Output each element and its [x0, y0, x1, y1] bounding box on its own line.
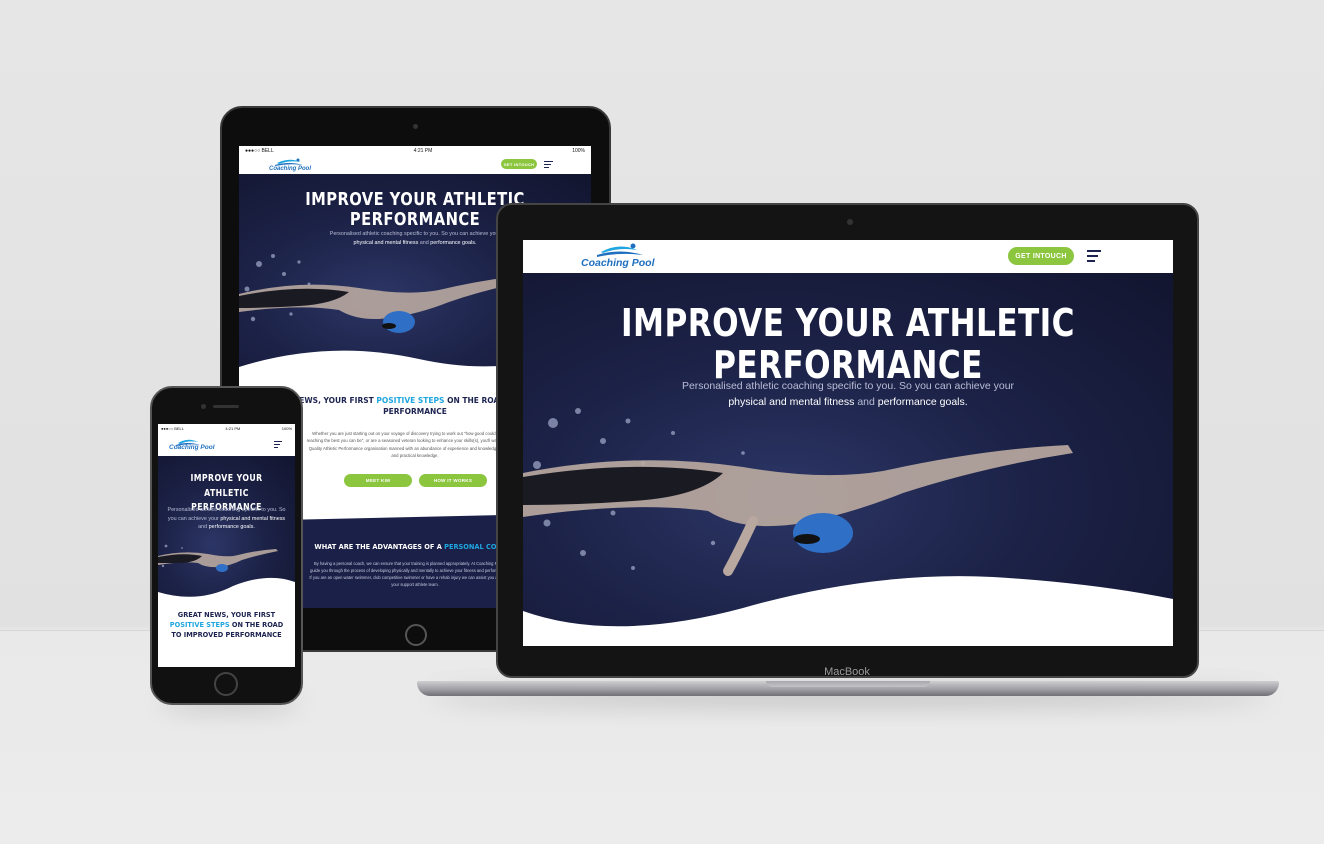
tablet-logo-text: Coaching Pool — [269, 166, 311, 172]
laptop-header: Coaching Pool GET INTOUCH — [523, 240, 1173, 273]
laptop-screen: Coaching Pool GET INTOUCH IMPROVE YOUR A… — [523, 240, 1173, 646]
phone-screen: ●●●○○ BELL 4:21 PM 100% Coaching Pool IM… — [158, 424, 295, 667]
laptop-wave-divider — [523, 576, 1173, 646]
phone-camera — [201, 404, 206, 409]
laptop-hinge-notch — [766, 681, 930, 687]
status-carrier: ●●●○○ BELL — [161, 425, 184, 431]
laptop-logo-text: Coaching Pool — [581, 257, 655, 269]
laptop-hero: IMPROVE YOUR ATHLETIC PERFORMANCE Person… — [523, 273, 1173, 646]
tablet-news-body: Whether you are just starting out on you… — [306, 431, 524, 458]
status-battery: 100% — [281, 425, 292, 431]
laptop-get-in-touch-button[interactable]: GET INTOUCH — [1008, 247, 1074, 265]
laptop-camera — [847, 219, 853, 225]
tablet-status-bar: ●●●○○ BELL 4:21 PM 100% — [239, 146, 591, 156]
tablet-home-button[interactable] — [405, 624, 427, 646]
phone-hero: IMPROVE YOUR ATHLETIC PERFORMANCE Person… — [158, 456, 295, 604]
tablet-camera — [413, 124, 418, 129]
phone-menu-icon[interactable] — [274, 441, 282, 451]
tablet-menu-icon[interactable] — [544, 161, 553, 171]
tablet-header: Coaching Pool GET INTOUCH — [239, 156, 591, 174]
phone-logo-text: Coaching Pool — [169, 444, 215, 451]
status-time: 4:21 PM — [225, 425, 241, 431]
laptop-menu-icon[interactable] — [1087, 250, 1101, 262]
laptop-brand-label: MacBook — [824, 666, 870, 678]
phone-news-heading: GREAT NEWS, YOUR FIRST POSITIVE STEPS ON… — [169, 611, 284, 640]
laptop-hero-title: IMPROVE YOUR ATHLETIC PERFORMANCE — [621, 301, 1075, 387]
tablet-advantages-body: By having a personal coach, we can ensur… — [309, 561, 521, 587]
status-battery: 100% — [572, 148, 585, 154]
tablet-how-it-works-button[interactable]: HOW IT WORKS — [419, 474, 487, 487]
phone-home-button[interactable] — [214, 672, 238, 696]
status-carrier: ●●●○○ BELL — [245, 148, 274, 154]
status-time: 4:21 PM — [413, 148, 433, 154]
laptop-logo[interactable]: Coaching Pool — [579, 242, 659, 271]
phone-logo[interactable]: Coaching Pool — [168, 434, 215, 454]
phone-wave-divider — [158, 577, 295, 604]
tablet-get-in-touch-button[interactable]: GET INTOUCH — [501, 159, 537, 169]
tablet-logo[interactable]: Coaching Pool — [267, 157, 311, 173]
phone-hero-subtitle: Personalised athletic coaching specific … — [167, 507, 286, 531]
phone-speaker — [213, 405, 239, 408]
phone-header: Coaching Pool — [158, 432, 295, 456]
tablet-meet-kim-button[interactable]: MEET KIM — [344, 474, 412, 487]
phone-status-bar: ●●●○○ BELL 4:21 PM 100% — [158, 424, 295, 432]
